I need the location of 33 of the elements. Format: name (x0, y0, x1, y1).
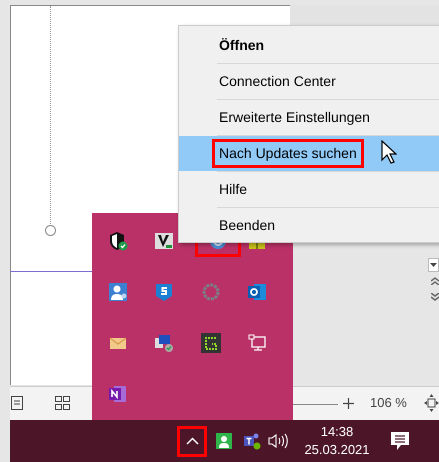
computer-icon[interactable] (154, 333, 174, 353)
zoom-level[interactable]: 106 % (370, 396, 407, 409)
menu-item[interactable]: Erweiterte Einstellungen (179, 100, 439, 135)
person-icon[interactable] (216, 433, 232, 449)
shield-s-icon[interactable] (154, 282, 174, 302)
monitor-icon[interactable] (246, 333, 267, 353)
clock-date[interactable]: 25.03.2021 (304, 441, 370, 459)
fit-page-icon[interactable] (424, 394, 439, 412)
menu-item[interactable]: Nach Updates suchen (179, 136, 439, 171)
chevron-up-icon (186, 437, 198, 445)
scroll-down-icon[interactable] (431, 293, 439, 301)
plus-icon[interactable] (343, 398, 354, 409)
mail-o-icon[interactable] (246, 282, 267, 302)
menu-item[interactable]: Connection Center (179, 64, 439, 99)
shield-icon[interactable] (108, 231, 128, 251)
caret-icon (430, 263, 437, 267)
show-hidden-icons-button[interactable] (177, 426, 207, 456)
person-icon[interactable] (108, 282, 128, 302)
grid-view-icon[interactable] (55, 396, 70, 410)
page-view-icon[interactable] (11, 396, 23, 410)
letter-g-icon[interactable] (200, 333, 220, 353)
dropdown-button[interactable] (428, 258, 439, 272)
checkered-v-icon[interactable] (154, 231, 174, 251)
notifications-icon[interactable] (390, 431, 410, 451)
menu-item[interactable]: Hilfe (179, 172, 439, 207)
notebook-n-icon[interactable] (108, 384, 128, 404)
speaker-icon[interactable] (268, 433, 288, 449)
menu-item[interactable]: Öffnen (179, 28, 439, 63)
mouse-pointer-icon (381, 140, 397, 164)
clock-time[interactable]: 14:38 (320, 423, 354, 441)
scroll-up-icon[interactable] (431, 277, 439, 285)
teams-icon[interactable] (243, 432, 261, 450)
menu-item[interactable]: Beenden (179, 208, 439, 243)
